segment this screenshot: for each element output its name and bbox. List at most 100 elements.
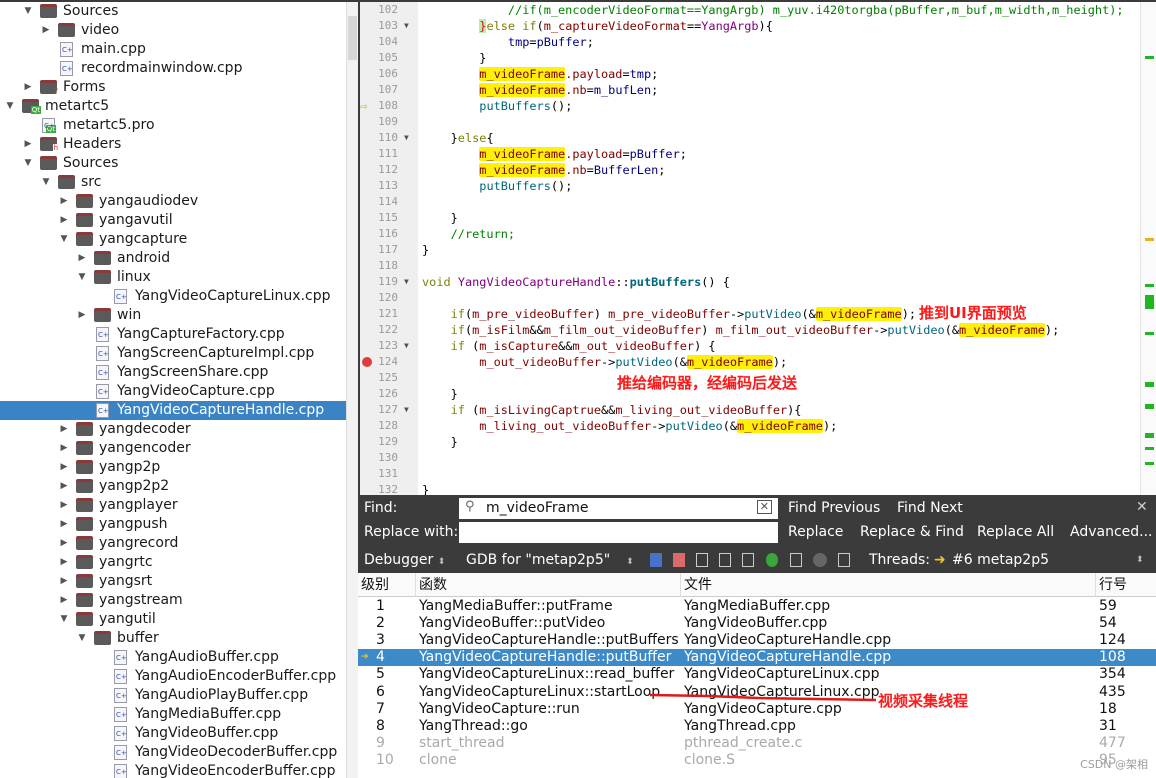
code-line[interactable]: 110 ▼ }else{ — [360, 130, 1138, 146]
code-line[interactable]: 104 tmp=pBuffer; — [360, 34, 1138, 50]
fold-icon[interactable]: ▼ — [404, 18, 409, 34]
chevron-down-icon[interactable]: ▼ — [77, 268, 87, 287]
code-line[interactable]: 113 putBuffers(); — [360, 178, 1138, 194]
code-line[interactable]: 102 //if(m_encoderVideoFormat==YangArgb)… — [360, 2, 1138, 18]
chevron-right-icon[interactable]: ▶ — [59, 534, 69, 553]
chevron-down-icon[interactable]: ▼ — [59, 610, 69, 629]
chevron-right-icon[interactable]: ▶ — [41, 21, 51, 40]
advanced-button[interactable]: Advanced... — [1070, 524, 1153, 540]
tree-item[interactable]: YangCaptureFactory.cpp — [0, 325, 346, 344]
clear-icon[interactable]: ✕ — [756, 500, 772, 514]
tree-item[interactable]: YangScreenShare.cpp — [0, 363, 346, 382]
code-line[interactable]: 114 — [360, 194, 1138, 210]
tree-item[interactable]: ▶ yangp2p — [0, 458, 346, 477]
chevron-down-icon[interactable]: ▼ — [77, 629, 87, 648]
tree-item[interactable]: ▶ h Headers — [0, 135, 346, 154]
tree-item[interactable]: main.cpp — [0, 40, 346, 59]
step-into-icon[interactable] — [719, 553, 731, 567]
code-line[interactable]: 105 } — [360, 50, 1138, 66]
breakpoint-icon[interactable] — [813, 553, 827, 567]
tree-item[interactable]: ▼ src — [0, 173, 346, 192]
chevron-right-icon[interactable]: ▶ — [59, 458, 69, 477]
code-editor[interactable]: 102 //if(m_encoderVideoFormat==YangArgb)… — [360, 2, 1156, 495]
stack-row[interactable]: 8 YangThread::go YangThread.cpp 31 — [358, 718, 1156, 735]
chevron-right-icon[interactable]: ▶ — [59, 515, 69, 534]
tree-item[interactable]: ▶ / Forms — [0, 78, 346, 97]
snapshot-icon[interactable] — [838, 553, 850, 567]
tree-item[interactable]: YangAudioPlayBuffer.cpp — [0, 686, 346, 705]
header-line[interactable]: 行号 — [1095, 573, 1127, 597]
tree-item[interactable]: ▼ buffer — [0, 629, 346, 648]
tree-item[interactable]: YangVideoCapture.cpp — [0, 382, 346, 401]
tree-item[interactable]: ▶ win — [0, 306, 346, 325]
tree-item[interactable]: ▶ yangrtc — [0, 553, 346, 572]
code-line[interactable]: 117} — [360, 242, 1138, 258]
stack-row[interactable]: 10 clone clone.S 95 — [358, 752, 1156, 769]
tree-item[interactable]: ▼ Sources — [0, 2, 346, 21]
find-next-button[interactable]: Find Next — [897, 500, 963, 516]
breakpoint-icon[interactable] — [362, 357, 372, 367]
fold-icon[interactable]: ▼ — [404, 130, 409, 146]
code-line[interactable]: 112 m_videoFrame.nb=BufferLen; — [360, 162, 1138, 178]
stack-row[interactable]: 2 YangVideoBuffer::putVideo YangVideoBuffe… — [358, 615, 1156, 632]
tree-item[interactable]: ▶ yangavutil — [0, 211, 346, 230]
code-line[interactable]: 132} — [360, 482, 1138, 495]
continue-icon[interactable] — [650, 553, 662, 567]
tree-item[interactable]: ▶ yangstream — [0, 591, 346, 610]
fold-icon[interactable]: ▼ — [404, 338, 409, 354]
stack-row[interactable]: 1 YangMediaBuffer::putFrame YangMediaBuffe… — [358, 598, 1156, 615]
replace-all-button[interactable]: Replace All — [977, 524, 1054, 540]
tree-item[interactable]: ▼ linux — [0, 268, 346, 287]
find-input[interactable]: ⚲ m_videoFrame ✕ — [459, 498, 778, 519]
chevron-right-icon[interactable]: ▶ — [59, 420, 69, 439]
tree-item[interactable]: ▼ Qt metartc5 — [0, 97, 346, 116]
code-line[interactable]: 123 ▼ if (m_isCapture&&m_out_videoBuffer)… — [360, 338, 1138, 354]
replace-button[interactable]: Replace — [788, 524, 843, 540]
restart-icon[interactable] — [766, 553, 778, 567]
chevron-right-icon[interactable]: ▶ — [77, 306, 87, 325]
find-previous-button[interactable]: Find Previous — [788, 500, 880, 516]
stack-row[interactable]: 7 YangVideoCapture::run YangVideoCapture.c… — [358, 701, 1156, 718]
close-icon[interactable]: ✕ — [1136, 499, 1148, 515]
tree-item[interactable]: YangMediaBuffer.cpp — [0, 705, 346, 724]
fold-icon[interactable]: ▼ — [404, 274, 409, 290]
instruction-mode-icon[interactable] — [790, 553, 802, 567]
code-line[interactable]: 127 ▼ if (m_isLivingCaptrue&&m_living_out… — [360, 402, 1138, 418]
chevron-right-icon[interactable]: ▶ — [23, 135, 33, 154]
scrollbar-thumb[interactable] — [348, 16, 357, 60]
tree-item[interactable]: ▶ video — [0, 21, 346, 40]
code-line[interactable]: 111 m_videoFrame.payload=pBuffer; — [360, 146, 1138, 162]
code-line[interactable]: 130 — [360, 450, 1138, 466]
code-line[interactable]: 107 m_videoFrame.nb=m_bufLen; — [360, 82, 1138, 98]
code-line[interactable]: 109 — [360, 114, 1138, 130]
chevron-right-icon[interactable]: ▶ — [59, 553, 69, 572]
chevron-down-icon[interactable]: ▼ — [59, 230, 69, 249]
chevron-down-icon[interactable]: ▼ — [5, 97, 15, 116]
tree-item[interactable]: YangVideoDecoderBuffer.cpp — [0, 743, 346, 762]
tree-item[interactable]: YangAudioEncoderBuffer.cpp — [0, 667, 346, 686]
tree-item[interactable]: YangVideoBuffer.cpp — [0, 724, 346, 743]
thread-select[interactable]: #6 metap2p5 — [952, 547, 1049, 573]
step-out-icon[interactable] — [742, 553, 754, 567]
editor-scrollbar[interactable] — [1140, 2, 1156, 495]
tree-item[interactable]: ▶ yangplayer — [0, 496, 346, 515]
code-line[interactable]: 129 } — [360, 434, 1138, 450]
tree-item[interactable]: ▶ yangrecord — [0, 534, 346, 553]
tree-item[interactable]: YangVideoCaptureHandle.cpp — [0, 401, 346, 420]
header-function[interactable]: 函数 — [415, 573, 447, 597]
stack-row[interactable]: 5 YangVideoCaptureLinux::read_buffer YangV… — [358, 666, 1156, 683]
code-line[interactable]: 103 ▼ }else if(m_captureVideoFormat==Yang… — [360, 18, 1138, 34]
tree-item[interactable]: YangScreenCaptureImpl.cpp — [0, 344, 346, 363]
tree-item[interactable]: ▶ yangsrt — [0, 572, 346, 591]
tree-item[interactable]: ▶ yangp2p2 — [0, 477, 346, 496]
code-line[interactable]: 118 — [360, 258, 1138, 274]
stack-row[interactable]: ➜ 4 YangVideoCaptureHandle::putBuffer YangV… — [358, 649, 1156, 667]
tree-item[interactable]: YangVideoEncoderBuffer.cpp — [0, 762, 346, 778]
tree-scrollbar[interactable] — [346, 2, 358, 778]
code-line[interactable]: 116 //return; — [360, 226, 1138, 242]
code-line[interactable]: 131 — [360, 466, 1138, 482]
tree-item[interactable]: ▶ yangencoder — [0, 439, 346, 458]
stack-row[interactable]: 9 start_thread pthread_create.c 477 — [358, 735, 1156, 752]
chevron-down-icon[interactable]: ▼ — [41, 173, 51, 192]
tree-item[interactable]: ▶ yangpush — [0, 515, 346, 534]
